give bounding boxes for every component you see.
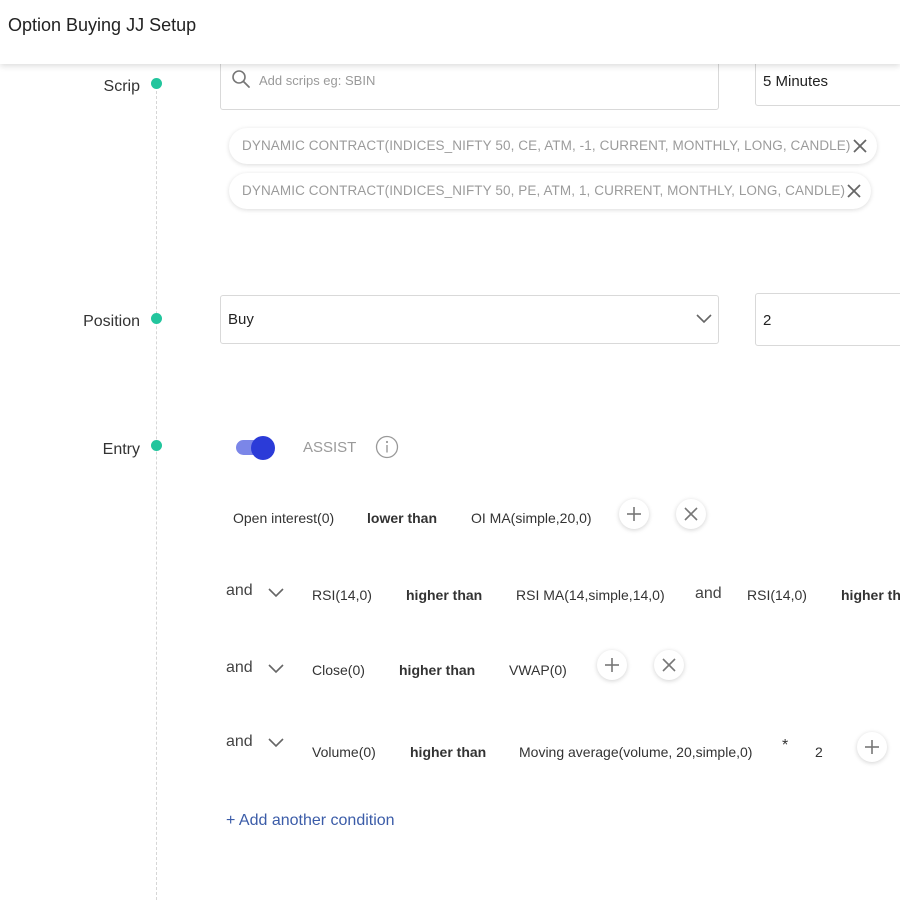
condition-left[interactable]: Close(0) (312, 662, 365, 678)
condition-operator[interactable]: higher than (406, 587, 482, 603)
scrip-search-input[interactable]: Add scrips eg: SBIN (220, 58, 719, 110)
page-title: Option Buying JJ Setup (8, 15, 197, 35)
add-subcondition-button[interactable] (597, 650, 627, 680)
chevron-down-icon[interactable] (267, 736, 285, 754)
condition-left[interactable]: Volume(0) (312, 744, 376, 760)
condition-right[interactable]: RSI MA(14,simple,14,0) (516, 587, 665, 603)
condition-right[interactable]: Moving average(volume, 20,simple,0) (519, 744, 752, 760)
timeline-dot-scrip (151, 78, 162, 89)
section-label-entry: Entry (102, 441, 140, 458)
remove-condition-button[interactable] (654, 650, 684, 680)
add-subcondition-button[interactable] (619, 499, 649, 529)
timeline-dot-entry (151, 440, 162, 451)
quantity-input[interactable]: 2 (755, 293, 900, 346)
search-icon (231, 69, 251, 94)
chevron-down-icon[interactable] (267, 662, 285, 680)
info-icon[interactable] (375, 435, 399, 464)
condition-left[interactable]: Open interest(0) (233, 510, 334, 526)
timeline-line (156, 86, 157, 900)
contract-chip: DYNAMIC CONTRACT(INDICES_NIFTY 50, PE, A… (229, 173, 871, 209)
assist-toggle-knob[interactable] (251, 436, 275, 460)
chevron-down-icon[interactable] (267, 586, 285, 604)
contract-chip: DYNAMIC CONTRACT(INDICES_NIFTY 50, CE, A… (229, 128, 877, 164)
timeline-dot-position (151, 313, 162, 324)
section-label-scrip: Scrip (103, 78, 140, 95)
assist-label: ASSIST (303, 439, 357, 456)
condition-and-label: and (695, 585, 722, 602)
join-select-value[interactable]: and (226, 733, 253, 751)
quantity-value: 2 (763, 312, 772, 329)
join-select-value[interactable]: and (226, 659, 253, 677)
chevron-down-icon (695, 312, 713, 330)
condition-operator[interactable]: higher than (399, 662, 475, 678)
multiplier-value[interactable]: 2 (815, 744, 823, 760)
contract-chip-label: DYNAMIC CONTRACT(INDICES_NIFTY 50, CE, A… (242, 138, 851, 153)
page-header: Option Buying JJ Setup (0, 0, 900, 64)
condition-left[interactable]: RSI(14,0) (312, 587, 372, 603)
section-label-position: Position (83, 313, 140, 330)
multiply-symbol: * (782, 737, 789, 754)
contract-chip-label: DYNAMIC CONTRACT(INDICES_NIFTY 50, PE, A… (242, 183, 846, 198)
timeframe-value: 5 Minutes (763, 73, 829, 90)
add-condition-link[interactable]: + Add another condition (226, 812, 395, 830)
close-icon[interactable] (850, 136, 870, 156)
condition-operator[interactable]: higher than (410, 744, 486, 760)
add-subcondition-button[interactable] (857, 732, 887, 762)
condition-operator[interactable]: lower than (367, 510, 437, 526)
condition-right[interactable]: OI MA(simple,20,0) (471, 510, 592, 526)
search-placeholder: Add scrips eg: SBIN (259, 73, 376, 88)
remove-condition-button[interactable] (676, 499, 706, 529)
close-icon[interactable] (844, 181, 864, 201)
join-select-value[interactable]: and (226, 582, 253, 600)
position-side-select[interactable]: Buy (220, 295, 719, 344)
condition-left[interactable]: RSI(14,0) (747, 587, 807, 603)
position-side-value: Buy (228, 311, 254, 328)
condition-right[interactable]: VWAP(0) (509, 662, 567, 678)
condition-operator[interactable]: higher tha (841, 587, 900, 603)
